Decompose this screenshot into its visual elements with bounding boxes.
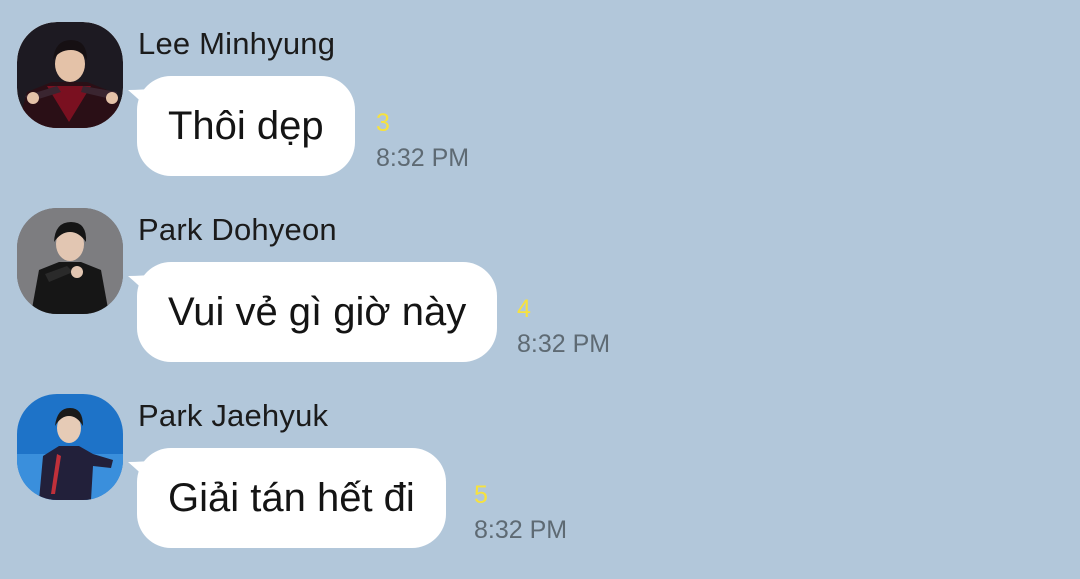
sender-name: Park Dohyeon (138, 212, 337, 247)
unread-count: 5 (474, 481, 488, 509)
chat-message-list: Lee Minhyung Thôi dẹp 3 8:32 PM Park Doh… (0, 0, 1080, 579)
message-text: Vui vẻ gì giờ này (168, 289, 467, 334)
unread-count: 3 (376, 109, 390, 137)
message-meta: 4 8:32 PM (517, 294, 610, 364)
message-time: 8:32 PM (376, 144, 470, 172)
avatar[interactable] (17, 22, 123, 128)
person-black-jacket-icon (17, 208, 123, 314)
message-bubble[interactable]: Vui vẻ gì giờ này (137, 262, 498, 362)
avatar[interactable] (17, 208, 123, 314)
person-dark-jersey-icon (17, 22, 123, 128)
message-time: 8:32 PM (517, 330, 611, 358)
message-text: Giải tán hết đi (168, 475, 415, 520)
message-row: Park Dohyeon Vui vẻ gì giờ này 4 8:32 PM (0, 186, 1080, 366)
message-bubble[interactable]: Thôi dẹp (137, 76, 355, 176)
person-blue-stage-icon (17, 394, 123, 500)
message-bubble[interactable]: Giải tán hết đi (137, 448, 446, 548)
message-meta: 3 8:32 PM (376, 108, 469, 178)
message-meta: 5 8:32 PM (474, 480, 567, 550)
sender-name: Park Jaehyuk (138, 398, 329, 433)
message-time: 8:32 PM (474, 516, 568, 544)
message-row: Lee Minhyung Thôi dẹp 3 8:32 PM (0, 0, 1080, 180)
message-row: Park Jaehyuk Giải tán hết đi 5 8:32 PM (0, 372, 1080, 552)
sender-name: Lee Minhyung (138, 26, 336, 61)
unread-count: 4 (517, 295, 531, 323)
message-text: Thôi dẹp (168, 103, 324, 148)
avatar[interactable] (17, 394, 123, 500)
